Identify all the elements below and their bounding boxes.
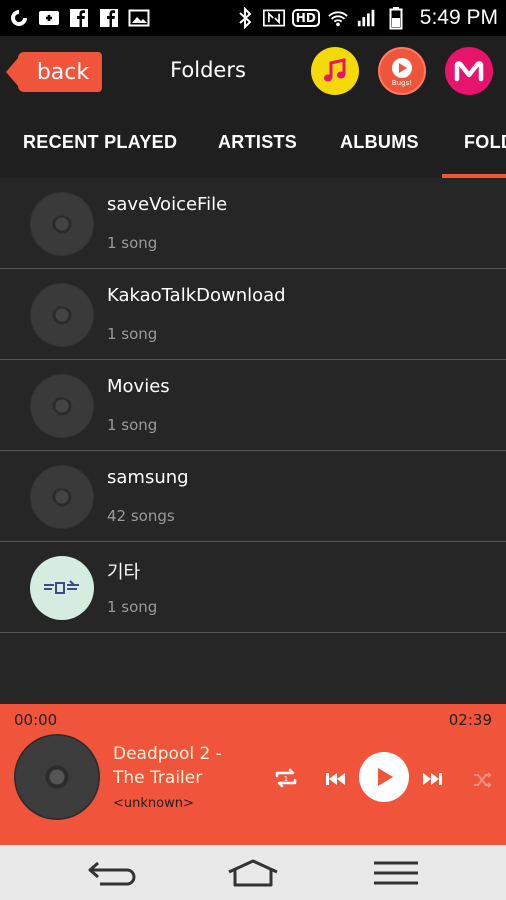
play-button[interactable] [359, 752, 409, 802]
system-nav-bar [0, 845, 506, 900]
track-artist: <unknown> [113, 796, 194, 811]
list-item[interactable]: KakaoTalkDownload 1 song [0, 269, 506, 360]
clock: 5:49 PM [419, 6, 498, 29]
previous-icon[interactable] [320, 764, 350, 794]
back-label: back [36, 59, 90, 85]
song-count: 1 song [107, 234, 158, 252]
system-icons: HD 5:49 PM [234, 6, 498, 30]
disc-icon [30, 283, 94, 347]
status-bar: HD 5:49 PM [0, 0, 506, 36]
bugs-app-icon[interactable]: Bugs! [378, 47, 426, 95]
video-icon [38, 7, 60, 29]
tab-bar: RECENT PLAYED ARTISTS ALBUMS FOLDERS [0, 108, 506, 178]
repeat-icon[interactable]: 1 [270, 762, 302, 794]
tab-artists[interactable]: ARTISTS [218, 132, 297, 153]
mini-player[interactable]: 00:00 02:39 Deadpool 2 - The Trailer <un… [0, 704, 506, 845]
tab-recent-played[interactable]: RECENT PLAYED [23, 132, 177, 153]
page-title: Folders [170, 58, 246, 82]
folder-name: Movies [107, 376, 170, 397]
tab-albums[interactable]: ALBUMS [340, 132, 419, 153]
back-button[interactable]: back [6, 52, 102, 92]
hd-icon: HD [291, 7, 320, 29]
bluetooth-icon [234, 7, 256, 29]
tab-folders[interactable]: FOLDERS [464, 132, 506, 153]
disc-icon [30, 465, 94, 529]
hd-label: HD [291, 9, 320, 27]
shuffle-icon[interactable] [468, 766, 496, 794]
svg-text:Bugs!: Bugs! [392, 79, 412, 87]
folder-name: 기타 [107, 562, 141, 583]
list-item[interactable]: Movies 1 song [0, 360, 506, 451]
facebook-icon [98, 7, 120, 29]
track-title-line2: The Trailer [113, 768, 203, 788]
now-playing-disc-icon [14, 734, 100, 820]
folder-name: samsung [107, 467, 189, 488]
song-count: 1 song [107, 325, 158, 343]
list-item[interactable]: saveVoiceFile 1 song [0, 178, 506, 269]
music-app-icon[interactable] [311, 47, 359, 95]
signal-icon [356, 7, 378, 29]
folder-name: KakaoTalkDownload [107, 285, 286, 306]
notification-icons [8, 7, 150, 29]
total-duration: 02:39 [448, 711, 492, 729]
battery-icon [385, 7, 407, 30]
nav-back-icon[interactable] [84, 855, 140, 891]
svg-text:1: 1 [284, 775, 288, 783]
next-icon[interactable] [418, 764, 448, 794]
disc-icon [30, 192, 94, 256]
wifi-icon [327, 7, 349, 29]
list-item[interactable]: samsung 42 songs [0, 451, 506, 542]
track-title-line1: Deadpool 2 - [113, 744, 222, 764]
album-art-thumbnail [30, 556, 94, 620]
folder-name: saveVoiceFile [107, 194, 228, 215]
app-header: back Folders Bugs! [0, 36, 506, 108]
list-item[interactable]: 기타 1 song [0, 542, 506, 633]
nav-menu-icon[interactable] [368, 855, 424, 891]
song-count: 1 song [107, 416, 158, 434]
nav-home-icon[interactable] [225, 855, 281, 891]
song-count: 1 song [107, 598, 158, 616]
elapsed-time: 00:00 [14, 711, 58, 729]
app-icon [8, 7, 30, 29]
melon-app-icon[interactable] [445, 47, 493, 95]
facebook-icon [68, 7, 90, 29]
gallery-icon [128, 7, 150, 29]
disc-icon [30, 374, 94, 438]
nfc-icon [262, 7, 285, 29]
folder-list: saveVoiceFile 1 song KakaoTalkDownload 1… [0, 178, 506, 704]
song-count: 42 songs [107, 507, 175, 525]
